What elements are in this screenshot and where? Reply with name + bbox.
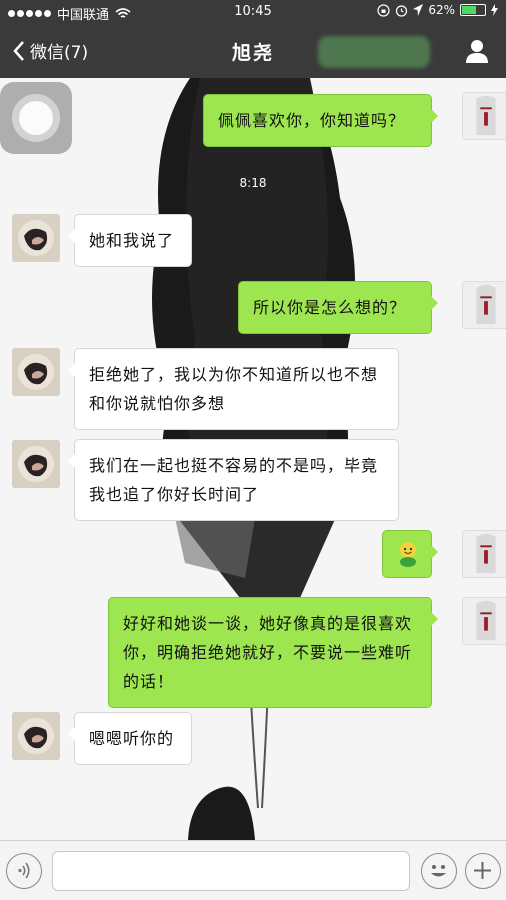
voice-button[interactable]: [6, 853, 42, 889]
message-text: 嗯嗯听你的: [89, 729, 175, 748]
message-text: 她和我说了: [89, 231, 175, 250]
voice-icon: [18, 862, 30, 879]
my-avatar-image: [463, 531, 506, 577]
chat-title: 旭尧: [231, 42, 274, 64]
status-bar: 中国联通 10:45 62%: [0, 0, 506, 24]
contact-avatar-image: [12, 712, 60, 760]
emoji-icon: [431, 865, 446, 877]
chat-area[interactable]: 佩佩喜欢你，你知道吗？ 8:18 她和我说了 所以你是怎么想的？ 拒绝她了，我以…: [0, 78, 506, 840]
my-avatar[interactable]: [462, 281, 506, 329]
contact-avatar[interactable]: [12, 348, 60, 396]
battery-icon: [460, 4, 486, 16]
my-avatar[interactable]: [462, 530, 506, 578]
message-bubble-incoming[interactable]: 拒绝她了，我以为你不知道所以也不想和你说就怕你多想: [68, 348, 399, 430]
message-text: 所以你是怎么想的？: [253, 298, 407, 317]
person-icon[interactable]: [462, 36, 492, 66]
my-avatar-image: [463, 93, 506, 139]
my-avatar[interactable]: [462, 92, 506, 140]
status-right: 62%: [377, 3, 498, 17]
input-bar: [0, 840, 506, 900]
message-bubble-incoming[interactable]: 我们在一起也挺不容易的不是吗，毕竟我也追了你好长时间了: [68, 439, 399, 521]
message-input[interactable]: [52, 851, 410, 891]
contact-avatar-image: [12, 348, 60, 396]
smiley-sticker-icon: [400, 542, 416, 567]
contact-avatar-image: [12, 440, 60, 488]
assistive-touch-button[interactable]: [0, 82, 72, 154]
message-text: 拒绝她了，我以为你不知道所以也不想和你说就怕你多想: [89, 365, 379, 413]
message-bubble-incoming[interactable]: 嗯嗯听你的: [68, 712, 192, 765]
my-avatar[interactable]: [462, 597, 506, 645]
message-bubble-outgoing[interactable]: 佩佩喜欢你，你知道吗？: [203, 94, 438, 147]
alarm-icon: [396, 4, 408, 17]
my-avatar-image: [463, 282, 506, 328]
chat-header: 微信(7) 旭尧: [0, 24, 506, 78]
contact-avatar[interactable]: [12, 440, 60, 488]
lock-rotation-icon: [377, 3, 390, 17]
assistive-touch-core: [19, 101, 53, 135]
message-bubble-outgoing[interactable]: 所以你是怎么想的？: [238, 281, 438, 334]
message-text: 佩佩喜欢你，你知道吗？: [218, 111, 406, 130]
plus-icon: [474, 862, 491, 879]
contact-avatar-image: [12, 214, 60, 262]
contact-avatar[interactable]: [12, 214, 60, 262]
charging-icon: [491, 4, 498, 16]
more-button[interactable]: [465, 853, 501, 889]
battery-fill: [462, 6, 476, 14]
battery-percentage: 62%: [428, 3, 455, 17]
chat-timestamp: 8:18: [239, 176, 267, 190]
location-icon: [413, 4, 424, 16]
message-text: 我们在一起也挺不容易的不是吗，毕竟我也追了你好长时间了: [89, 456, 379, 504]
message-bubble-outgoing[interactable]: [382, 530, 438, 578]
message-bubble-incoming[interactable]: 她和我说了: [68, 214, 192, 267]
message-bubble-outgoing[interactable]: 好好和她谈一谈，她好像真的是很喜欢你，明确拒绝她就好，不要说一些难听的话！: [108, 597, 438, 708]
my-avatar-image: [463, 598, 506, 644]
emoji-button[interactable]: [421, 853, 457, 889]
blurred-region: [318, 36, 430, 68]
message-text: 好好和她谈一谈，她好像真的是很喜欢你，明确拒绝她就好，不要说一些难听的话！: [123, 614, 413, 691]
contact-avatar[interactable]: [12, 712, 60, 760]
